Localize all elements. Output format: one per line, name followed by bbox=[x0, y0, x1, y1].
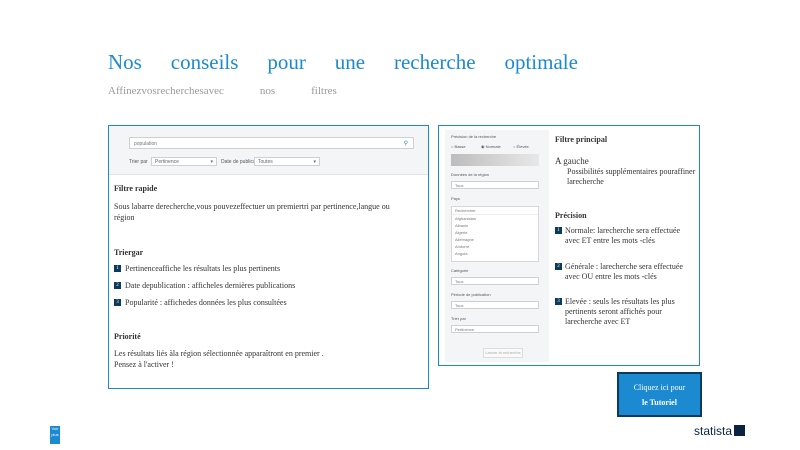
precision-item: 3 Elevée : seuls les résultats les plus … bbox=[555, 297, 695, 327]
priority-text: Les résultats liés àla région sélectionn… bbox=[114, 348, 414, 370]
precision-item: 1 Normale: larecherche sera effectuée av… bbox=[555, 226, 695, 246]
list-item[interactable]: Angola bbox=[452, 250, 538, 257]
precision-item-text: Normale: larecherche sera effectuée avec… bbox=[565, 226, 681, 245]
country-label: Pays bbox=[451, 196, 460, 201]
subtitle-part: Affinezvosrecherchesavec bbox=[108, 85, 224, 97]
step-marker: 2 bbox=[114, 282, 121, 289]
filter-sidebar-preview: Précision de la recherche ○ Basse ◉ Norm… bbox=[445, 130, 549, 362]
tutorial-line-1: Cliquez ici pour bbox=[633, 382, 686, 392]
precision-item-text: Générale : larecherche sera effectuée av… bbox=[565, 262, 683, 281]
step-marker: 3 bbox=[114, 299, 121, 306]
tutorial-button[interactable]: Cliquez ici pour le Tutoriel bbox=[617, 372, 702, 417]
main-filter-subheading: A gauche bbox=[555, 156, 589, 166]
priority-line-1: Les résultats liés àla région sélectionn… bbox=[114, 349, 324, 358]
list-item[interactable]: Afghanistan bbox=[452, 215, 538, 222]
subtitle-part: nos bbox=[259, 85, 276, 97]
list-item[interactable]: Algérie bbox=[452, 229, 538, 236]
search-bar-preview: population ⚲ Trier par Pertinence ▾ Date… bbox=[109, 126, 428, 175]
quick-filter-text: Sous labarre derecherche,vous pouvezeffe… bbox=[114, 202, 390, 222]
step-marker: 2 bbox=[555, 263, 562, 270]
quick-filter-panel: population ⚲ Trier par Pertinence ▾ Date… bbox=[108, 125, 429, 389]
search-input[interactable]: population ⚲ bbox=[129, 137, 414, 149]
step-marker: 1 bbox=[555, 227, 562, 234]
search-submit-button[interactable]: Lancer la recherche bbox=[483, 348, 523, 358]
sort-item: 1 Pertinenceaffiche les résultats les pl… bbox=[114, 264, 280, 273]
list-search-input[interactable]: Rechercher bbox=[452, 207, 538, 215]
sort-filter-label: Trier par bbox=[129, 159, 148, 165]
step-marker: 3 bbox=[555, 298, 562, 305]
page-title: Nos conseils pour une recherche optimale bbox=[108, 50, 578, 80]
tutorial-line-2: le Tutoriel bbox=[642, 397, 677, 407]
sort-select-preview[interactable]: Pertinence bbox=[451, 325, 539, 333]
list-item[interactable]: Albanie bbox=[452, 222, 538, 229]
sort-item-text: Pertinenceaffiche les résultats les plus… bbox=[125, 264, 281, 273]
priority-line-2: Pensez à l'activer ! bbox=[114, 360, 174, 369]
sort-item-text: Date depublication : afficheles dernière… bbox=[125, 281, 296, 290]
search-icon[interactable]: ⚲ bbox=[404, 138, 408, 150]
title-word: une bbox=[334, 50, 366, 74]
main-filter-desc: Possibilités supplémentaires pouraffiner… bbox=[567, 167, 696, 186]
statista-logo: statista bbox=[694, 424, 746, 438]
title-word: Nos bbox=[108, 50, 142, 74]
priority-heading: Priorité bbox=[114, 332, 141, 341]
date-select[interactable]: Toutes ▾ bbox=[254, 157, 320, 166]
sort-item: 2 Date depublication : afficheles derniè… bbox=[114, 281, 295, 290]
radio-high[interactable]: ○ Élevée bbox=[513, 144, 529, 149]
accuracy-label: Précision de la recherche bbox=[451, 134, 497, 139]
list-item[interactable]: Allemagne bbox=[452, 236, 538, 243]
radio-normal[interactable]: ◉ Normale bbox=[481, 144, 501, 149]
precision-item-text: Elevée : seuls les résultats les plus pe… bbox=[565, 297, 675, 326]
sort-item: 3 Popularité : affichedes données les pl… bbox=[114, 298, 287, 307]
subtitle-part: filtres bbox=[311, 85, 337, 97]
sort-select-value: Pertinence bbox=[155, 159, 179, 165]
date-select-value: Toutes bbox=[258, 159, 273, 165]
region-label: Données de la région bbox=[451, 172, 490, 177]
period-label: Période de publication bbox=[451, 292, 491, 297]
country-list[interactable]: Rechercher Afghanistan Albanie Algérie A… bbox=[451, 206, 539, 262]
category-label: Catégorie bbox=[451, 268, 469, 273]
sort-label: Trier par bbox=[451, 316, 466, 321]
chevron-down-icon: ▾ bbox=[313, 159, 316, 165]
title-word: pour bbox=[267, 50, 306, 74]
list-item[interactable]: Andorre bbox=[452, 243, 538, 250]
main-filter-heading: Filtre principal bbox=[555, 135, 608, 144]
sort-item-text: Popularité : affichedes données les plus… bbox=[125, 298, 287, 307]
quick-filter-heading: Filtre rapide bbox=[114, 184, 158, 193]
logo-mark-icon bbox=[734, 425, 746, 436]
page-subtitle: Affinezvosrecherchesavec nos filtres bbox=[108, 85, 337, 97]
step-marker: 1 bbox=[114, 265, 121, 272]
search-value: population bbox=[134, 141, 158, 147]
chevron-down-icon: ▾ bbox=[210, 159, 213, 165]
title-word: optimale bbox=[504, 50, 578, 74]
region-select[interactable]: Tous bbox=[451, 181, 539, 189]
title-word: recherche bbox=[393, 50, 476, 74]
sort-heading: Triergar bbox=[114, 248, 144, 257]
title-word: conseils bbox=[170, 50, 239, 74]
main-filter-panel: Précision de la recherche ○ Basse ◉ Norm… bbox=[438, 125, 700, 366]
period-select[interactable]: Tous bbox=[451, 301, 539, 309]
corner-badge[interactable]: Voir plus bbox=[50, 426, 60, 444]
logo-text: statista bbox=[694, 424, 733, 438]
precision-item: 2 Générale : larecherche sera effectuée … bbox=[555, 262, 695, 282]
sort-select[interactable]: Pertinence ▾ bbox=[151, 157, 217, 166]
radio-low[interactable]: ○ Basse bbox=[451, 144, 466, 149]
histogram-preview bbox=[451, 154, 539, 166]
precision-heading: Précision bbox=[555, 211, 587, 220]
category-select[interactable]: Tous bbox=[451, 277, 539, 285]
